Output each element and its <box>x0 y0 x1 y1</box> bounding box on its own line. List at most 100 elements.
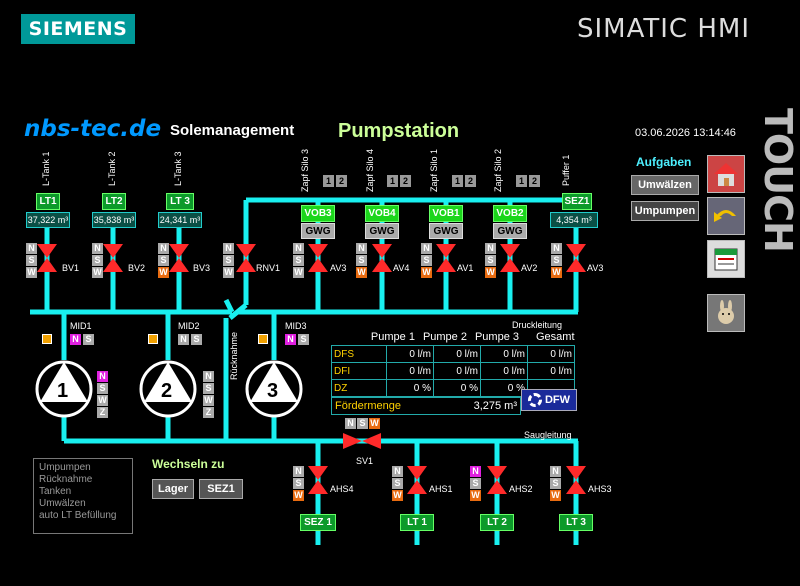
sez1-button[interactable]: SEZ1 <box>562 193 592 210</box>
saugleitung-label: Saugleitung <box>524 430 572 440</box>
lt1-button[interactable]: LT1 <box>36 193 60 210</box>
header-pumpe1: Pumpe 1 <box>370 331 415 343</box>
ahs1-nsw: N S W <box>392 466 403 501</box>
menu-item-tanken[interactable]: Tanken <box>39 486 127 498</box>
silo3-1[interactable]: 1 <box>323 175 334 187</box>
w-indicator: W <box>392 490 403 501</box>
umpumpen-button[interactable]: Umpumpen <box>631 201 699 221</box>
pump-2-number[interactable]: 2 <box>161 380 172 403</box>
silo4-2[interactable]: 2 <box>400 175 411 187</box>
rnv1-nsw: N S W <box>223 243 234 278</box>
foerdermenge-row: Fördermenge 3,275 m³ <box>331 397 521 415</box>
silo3-gwg[interactable]: GWG <box>301 223 335 239</box>
w-indicator: W <box>421 267 432 278</box>
cell: 0 l/m <box>386 362 434 380</box>
silo2-gwg[interactable]: GWG <box>493 223 527 239</box>
cell: 0 l/m <box>480 362 528 380</box>
tag-silo1: Zapf Silo 1 <box>429 148 439 192</box>
s-indicator: S <box>421 255 432 266</box>
dfw-label: DFW <box>544 394 571 406</box>
home-button[interactable] <box>707 155 745 193</box>
silo2-2[interactable]: 2 <box>529 175 540 187</box>
n-indicator: N <box>97 371 108 382</box>
ahs3-nsw: N S W <box>550 466 561 501</box>
s-indicator: S <box>356 255 367 266</box>
w-indicator: W <box>223 267 234 278</box>
w-indicator: W <box>26 267 37 278</box>
rnv1-label[interactable]: RNV1 <box>256 263 280 273</box>
aufgaben-label: Aufgaben <box>636 155 692 169</box>
n-indicator: N <box>421 243 432 254</box>
w-indicator: W <box>550 490 561 501</box>
av3b-label[interactable]: AV3 <box>587 263 603 273</box>
s-indicator: S <box>293 255 304 266</box>
s-indicator: S <box>293 478 304 489</box>
mid2-s: S <box>191 334 202 345</box>
pump-3-number[interactable]: 3 <box>267 380 278 403</box>
foerder-value: 3,275 m³ <box>473 400 517 412</box>
silo3-2[interactable]: 2 <box>336 175 347 187</box>
calendar-button[interactable] <box>707 240 745 278</box>
ahs1-label[interactable]: AHS1 <box>429 484 453 494</box>
silo1-2[interactable]: 2 <box>465 175 476 187</box>
umwaelzen-button[interactable]: Umwälzen <box>631 175 699 195</box>
bv2-label[interactable]: BV2 <box>128 263 145 273</box>
av4-label[interactable]: AV4 <box>393 263 409 273</box>
menu-item-umpumpen[interactable]: Umpumpen <box>39 462 127 474</box>
ahs3-label[interactable]: AHS3 <box>588 484 612 494</box>
vob2-button[interactable]: VOB2 <box>493 205 527 222</box>
lt2-button[interactable]: LT2 <box>102 193 126 210</box>
ahs4-label[interactable]: AHS4 <box>330 484 354 494</box>
n-indicator: N <box>223 243 234 254</box>
vob3-button[interactable]: VOB3 <box>301 205 335 222</box>
ahs-sez1-button[interactable]: SEZ 1 <box>300 514 336 531</box>
sv1-label[interactable]: SV1 <box>356 456 373 466</box>
bv1-nsw: N S W <box>26 243 37 278</box>
silo2-1[interactable]: 1 <box>516 175 527 187</box>
n-indicator: N <box>392 466 403 477</box>
bv2-nsw: N S W <box>92 243 103 278</box>
menu-item-umwaelzen[interactable]: Umwälzen <box>39 498 127 510</box>
tag-silo4: Zapf Silo 4 <box>365 148 375 192</box>
silo4-gwg[interactable]: GWG <box>365 223 399 239</box>
n-indicator: N <box>551 243 562 254</box>
n-indicator: N <box>485 243 496 254</box>
lager-button[interactable]: Lager <box>152 479 194 499</box>
dfw-button[interactable]: DFW <box>521 389 577 411</box>
w-indicator: W <box>293 267 304 278</box>
lt3-volume: 24,341 m³ <box>158 212 202 228</box>
back-button[interactable] <box>707 197 745 235</box>
vob1-button[interactable]: VOB1 <box>429 205 463 222</box>
silo4-1[interactable]: 1 <box>387 175 398 187</box>
z-indicator: Z <box>97 407 108 418</box>
av1-label[interactable]: AV1 <box>457 263 473 273</box>
ahs2-nsw: N S W <box>470 466 481 501</box>
bv3-label[interactable]: BV3 <box>193 263 210 273</box>
w-indicator: W <box>470 490 481 501</box>
rabbit-button[interactable] <box>707 294 745 332</box>
silo1-1[interactable]: 1 <box>452 175 463 187</box>
av2-label[interactable]: AV2 <box>521 263 537 273</box>
ahs2-label[interactable]: AHS2 <box>509 484 533 494</box>
bv1-label[interactable]: BV1 <box>62 263 79 273</box>
pump1-nswz: N S W Z <box>97 371 108 418</box>
ruecknahme-label: Rücknahme <box>229 331 239 380</box>
back-arrow-icon <box>714 210 736 222</box>
ahs-lt1-button[interactable]: LT 1 <box>400 514 434 531</box>
av1-nsw: N S W <box>421 243 432 278</box>
n-indicator: N <box>293 466 304 477</box>
silo1-gwg[interactable]: GWG <box>429 223 463 239</box>
n-indicator: N <box>158 243 169 254</box>
vob4-button[interactable]: VOB4 <box>365 205 399 222</box>
cell: 0 l/m <box>433 345 481 363</box>
lt3-button[interactable]: LT 3 <box>166 193 194 210</box>
row-label: DFI <box>331 362 387 380</box>
menu-item-ruecknahme[interactable]: Rücknahme <box>39 474 127 486</box>
menu-item-auto-lt[interactable]: auto LT Befüllung <box>39 510 127 522</box>
sez1-switch-button[interactable]: SEZ1 <box>199 479 243 499</box>
w-indicator: W <box>485 267 496 278</box>
ahs-lt2-button[interactable]: LT 2 <box>480 514 514 531</box>
ahs-lt3-button[interactable]: LT 3 <box>559 514 593 531</box>
av3-label[interactable]: AV3 <box>330 263 346 273</box>
pump-1-number[interactable]: 1 <box>57 380 68 403</box>
